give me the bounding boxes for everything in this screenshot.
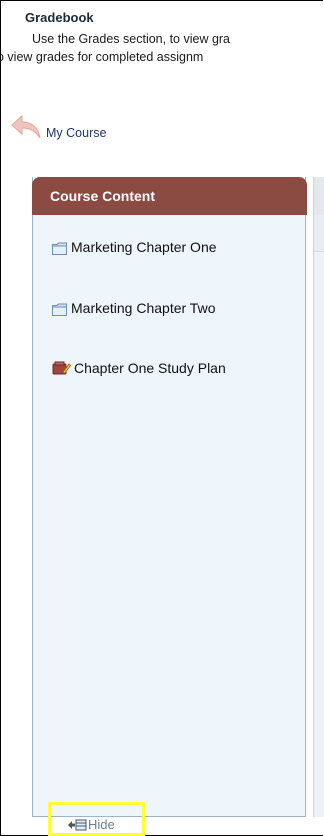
description-line-1: Use the Grades section, to view gra [32,32,231,46]
content-pane-edge [313,177,324,817]
collapse-panel-icon [67,816,87,835]
folder-icon [52,301,67,321]
course-item-chapter-one-study-plan[interactable]: Chapter One Study Plan [52,358,244,378]
content-pane-row [314,215,324,252]
folder-icon [52,240,67,260]
course-item-marketing-chapter-two[interactable]: Marketing Chapter Two [52,298,231,318]
course-content-header: Course Content [32,177,307,215]
course-item-marketing-chapter-one[interactable]: Marketing Chapter One [52,237,271,257]
hide-panel-button[interactable]: Hide [48,802,145,836]
study-plan-icon [52,360,72,381]
my-course-link[interactable]: My Course [10,112,150,146]
content-pane-header [314,177,324,216]
page-title: Gradebook [25,10,94,25]
course-item-label[interactable]: Marketing Chapter One [52,237,271,257]
course-content-panel [32,177,306,817]
course-item-label[interactable]: Marketing Chapter Two [52,298,231,318]
my-course-label[interactable]: My Course [46,126,106,140]
back-arrow-icon [10,112,44,146]
course-item-label[interactable]: Chapter One Study Plan [52,358,244,378]
description-line-2: o view grades for completed assignm [0,50,204,64]
page-description: Use the Grades section, to view gra o vi… [0,30,324,66]
hide-label[interactable]: Hide [88,817,115,832]
